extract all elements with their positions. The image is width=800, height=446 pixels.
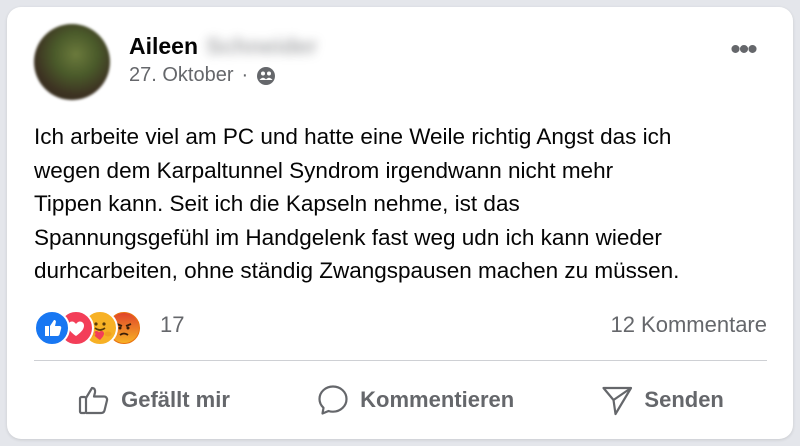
comment-button[interactable]: Kommentieren bbox=[304, 377, 526, 423]
send-button[interactable]: Senden bbox=[588, 377, 735, 423]
thumbs-up-icon bbox=[77, 383, 111, 417]
friends-icon[interactable] bbox=[256, 66, 276, 86]
avatar[interactable] bbox=[34, 24, 110, 100]
post-date[interactable]: 27. Oktober bbox=[129, 64, 234, 87]
post-meta: 27. Oktober · bbox=[129, 64, 276, 87]
more-options-button[interactable]: ••• bbox=[723, 35, 763, 65]
author-surname-blurred: Schneider bbox=[206, 33, 318, 59]
reaction-icons[interactable] bbox=[34, 310, 154, 346]
like-icon bbox=[34, 310, 70, 346]
divider bbox=[34, 360, 767, 361]
author-row: Aileen Schneider bbox=[129, 33, 317, 60]
post-card: Aileen Schneider 27. Oktober · ••• Ich a… bbox=[7, 7, 793, 439]
comment-bubble-icon bbox=[316, 383, 350, 417]
comment-label: Kommentieren bbox=[360, 387, 515, 412]
comment-count[interactable]: 12 Kommentare bbox=[610, 312, 767, 338]
action-bar: Gefällt mir Kommentieren Senden bbox=[34, 375, 767, 425]
meta-separator: · bbox=[241, 64, 249, 86]
like-label: Gefällt mir bbox=[121, 387, 230, 412]
like-button[interactable]: Gefällt mir bbox=[65, 377, 242, 423]
author-name[interactable]: Aileen bbox=[129, 33, 198, 60]
reactions-summary[interactable]: 17 12 Kommentare bbox=[34, 308, 767, 346]
send-label: Senden bbox=[644, 387, 724, 412]
send-icon bbox=[600, 383, 634, 417]
reaction-count[interactable]: 17 bbox=[160, 312, 184, 338]
post-text: Ich arbeite viel am PC und hatte eine We… bbox=[34, 124, 680, 283]
